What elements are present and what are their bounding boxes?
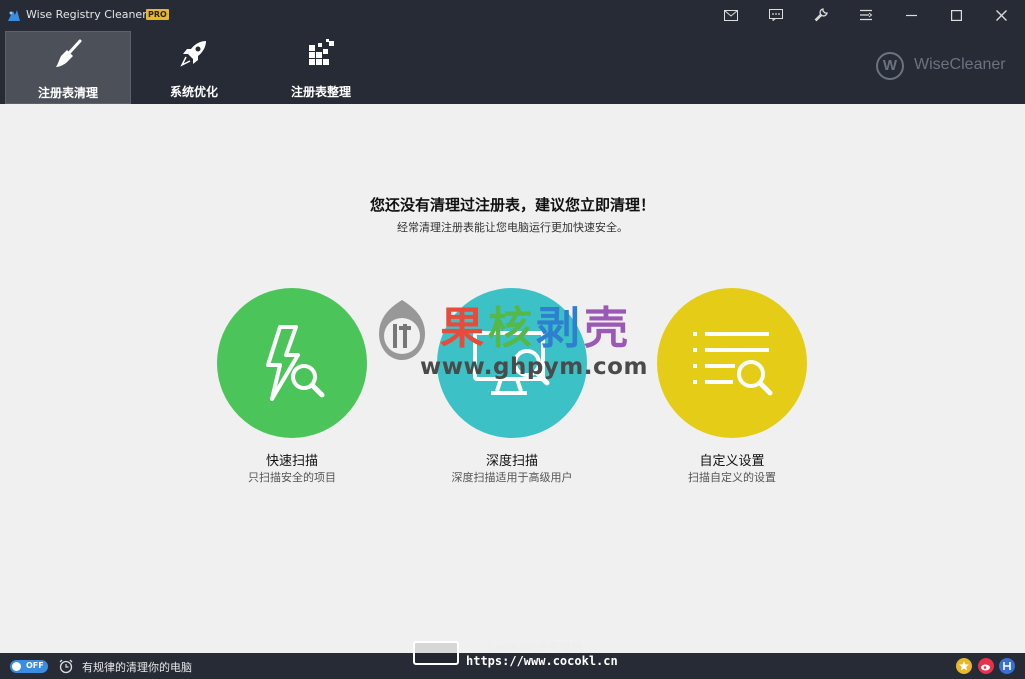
scan-title: 深度扫描 <box>485 454 538 469</box>
custom-scan-card[interactable]: 自定义设置 扫描自定义的设置 <box>632 288 832 488</box>
weibo-icon[interactable] <box>978 658 994 674</box>
rate-star-icon[interactable] <box>956 658 972 674</box>
scan-desc: 深度扫描适用于高级用户 <box>451 471 573 484</box>
chat-icon <box>769 9 783 21</box>
status-bar: OFF 有规律的清理你的电脑 <box>0 653 1025 679</box>
page-subline: 经常清理注册表能让您电脑运行更加快速安全。 <box>397 221 628 234</box>
page-headline: 您还没有清理过注册表，建议您立即清理！ <box>369 196 655 214</box>
toggle-state: OFF <box>26 661 44 670</box>
maximize-icon <box>950 9 962 21</box>
broom-icon <box>56 39 82 67</box>
tab-label: 注册表清理 <box>37 86 98 100</box>
blocks-icon <box>309 39 334 65</box>
maximize-button[interactable] <box>933 0 979 30</box>
schedule-toggle[interactable]: OFF <box>10 660 48 673</box>
brand-name: WiseCleaner <box>914 56 1006 73</box>
brand-mark: W <box>876 52 904 80</box>
tab-system-optimize[interactable]: 系统优化 <box>131 31 257 104</box>
list-search-icon <box>693 332 773 396</box>
toggle-knob <box>12 662 21 671</box>
rocket-icon <box>180 41 206 67</box>
minimize-icon <box>905 14 917 16</box>
menu-icon <box>860 9 873 21</box>
feedback-button[interactable] <box>753 0 799 30</box>
alarm-clock-icon <box>59 659 73 674</box>
quick-scan-card[interactable]: 快速扫描 只扫描安全的项目 <box>192 288 392 488</box>
minimize-button[interactable] <box>888 0 934 30</box>
scan-title: 快速扫描 <box>265 454 318 469</box>
tab-label: 系统优化 <box>169 85 218 99</box>
tab-label: 注册表整理 <box>290 85 351 99</box>
custom-scan-button[interactable] <box>657 288 807 438</box>
wrench-icon <box>814 8 828 22</box>
schedule-text: 有规律的清理你的电脑 <box>82 661 192 674</box>
scan-desc: 扫描自定义的设置 <box>688 471 776 484</box>
close-button[interactable] <box>978 0 1024 30</box>
pro-badge: PRO <box>146 9 169 20</box>
deep-scan-card[interactable]: 深度扫描 深度扫描适用于高级用户 <box>412 288 612 488</box>
app-title: Wise Registry Cleaner X <box>26 8 158 21</box>
menu-button[interactable] <box>843 0 889 30</box>
monitor-search-icon <box>473 331 550 395</box>
title-bar: Wise Registry Cleaner X PRO <box>0 0 1025 30</box>
scan-title: 自定义设置 <box>699 454 765 469</box>
main-panel: 您还没有清理过注册表，建议您立即清理！ 经常清理注册表能让您电脑运行更加快速安全… <box>0 104 1025 653</box>
tab-bar: 注册表清理 系统优化 注册表整理 W WiseCleaner <box>0 30 1025 104</box>
scan-desc: 只扫描安全的项目 <box>248 471 336 484</box>
tab-registry-defrag[interactable]: 注册表整理 <box>258 31 384 104</box>
lightning-search-icon <box>266 325 325 401</box>
deep-scan-button[interactable] <box>437 288 587 438</box>
quick-scan-button[interactable] <box>217 288 367 438</box>
app-logo-icon <box>8 10 20 21</box>
tieba-icon[interactable] <box>999 658 1015 674</box>
mail-icon <box>724 9 738 21</box>
settings-button[interactable] <box>798 0 844 30</box>
mail-button[interactable] <box>708 0 754 30</box>
tab-registry-cleaner[interactable]: 注册表清理 <box>5 31 131 104</box>
close-icon <box>995 9 1007 21</box>
